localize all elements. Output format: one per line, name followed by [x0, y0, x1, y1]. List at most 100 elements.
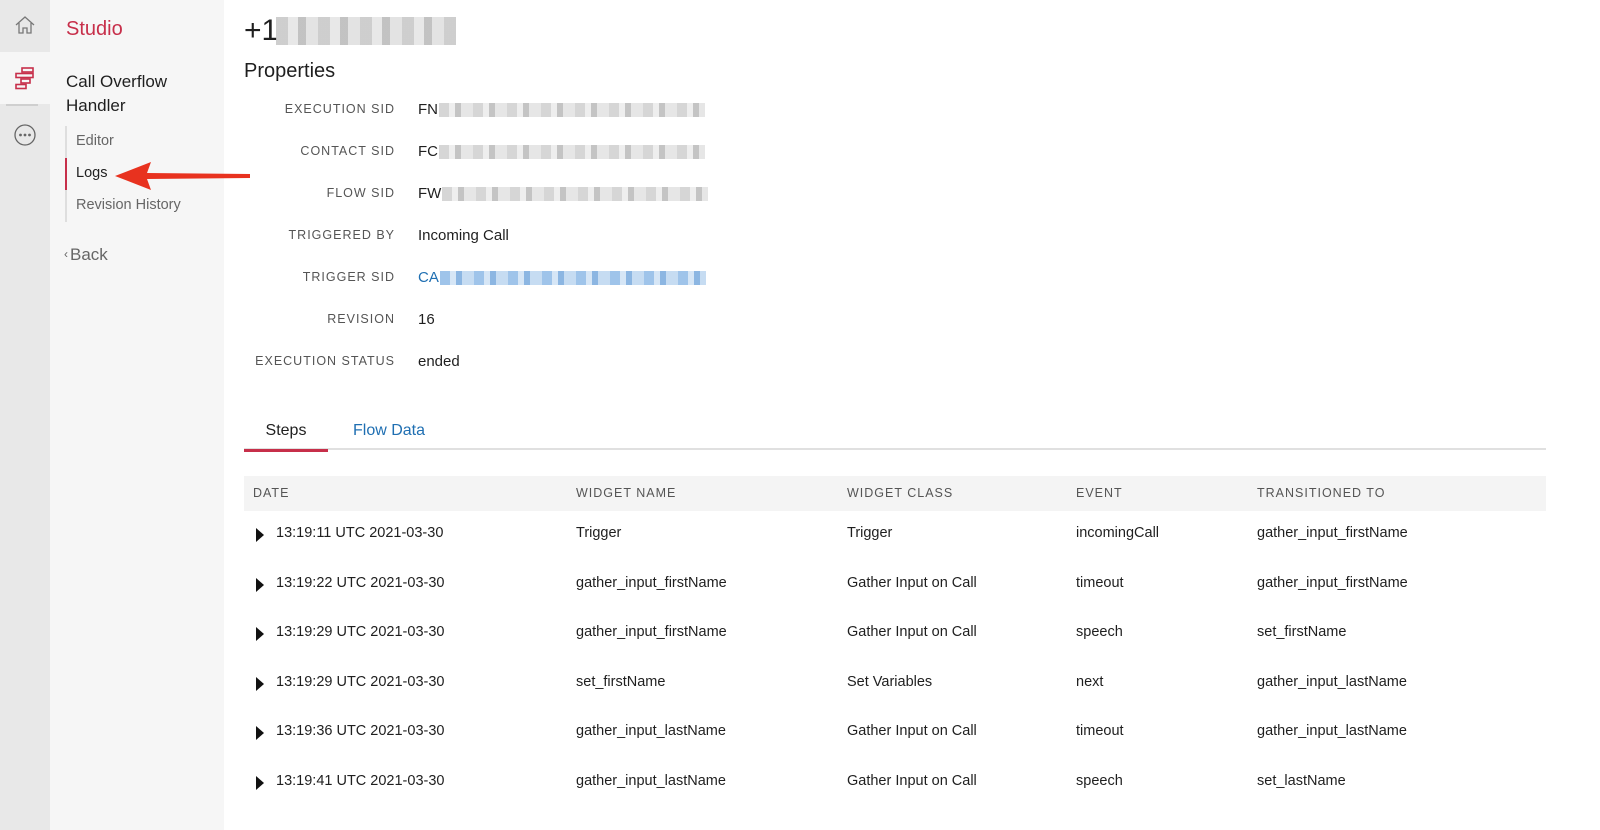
cell-date: 13:19:11 UTC 2021-03-30 [276, 525, 444, 541]
cell-date: 13:19:22 UTC 2021-03-30 [276, 574, 445, 591]
cell-widget-name: set_firstName [576, 673, 666, 690]
expand-caret-icon[interactable] [256, 627, 264, 641]
back-label: Back [70, 245, 108, 264]
property-label: REVISION [327, 312, 395, 326]
column-header-widget-class: WIDGET CLASS [847, 486, 954, 500]
more-icon [14, 124, 36, 146]
property-label: TRIGGERED BY [288, 228, 395, 242]
property-revision: REVISION 16 [244, 309, 944, 333]
cell-widget-class: Gather Input on Call [847, 574, 977, 591]
sid-prefix: FN [418, 101, 438, 118]
cell-widget-class: Gather Input on Call [847, 723, 977, 739]
back-link[interactable]: ‹ Back [64, 245, 108, 265]
cell-event: timeout [1076, 723, 1124, 739]
table-row[interactable]: 13:19:11 UTC 2021-03-30 Trigger Trigger inc… [244, 511, 1546, 561]
steps-table: DATE WIDGET NAME WIDGET CLASS EVENT TRAN… [244, 476, 1546, 808]
cell-event: timeout [1076, 574, 1124, 591]
property-execution-sid: EXECUTION SID FN [244, 99, 944, 123]
home-icon [15, 16, 35, 34]
tab-bar: Steps Flow Data [244, 414, 1546, 452]
chevron-left-icon: ‹ [64, 247, 68, 261]
studio-title: Studio [66, 18, 123, 40]
expand-caret-icon[interactable] [256, 775, 264, 790]
property-triggered-by: TRIGGERED BY Incoming Call [244, 225, 944, 249]
column-header-widget-name: WIDGET NAME [576, 486, 677, 500]
table-row[interactable]: 13:19:29 UTC 2021-03-30 gather_input_firs… [244, 610, 1546, 660]
cell-event: speech [1076, 772, 1123, 789]
property-contact-sid: CONTACT SID FC [244, 141, 944, 165]
property-trigger-sid: TRIGGER SID CA [244, 267, 944, 291]
cell-event: speech [1076, 624, 1123, 640]
property-value: FW [418, 185, 709, 202]
property-execution-status: EXECUTION STATUS ended [244, 351, 944, 375]
table-row[interactable]: 13:19:29 UTC 2021-03-30 set_firstName Set … [244, 660, 1546, 710]
cell-transitioned-to: gather_input_firstName [1257, 525, 1408, 541]
cell-widget-class: Gather Input on Call [847, 624, 977, 640]
redacted-sid [439, 270, 706, 285]
iconbar-divider [6, 104, 38, 106]
column-header-date: DATE [253, 486, 290, 500]
redacted-phone [276, 17, 457, 45]
cell-widget-name: gather_input_firstName [576, 574, 727, 591]
cell-transitioned-to: gather_input_lastName [1257, 723, 1407, 739]
cell-event: incomingCall [1076, 525, 1160, 541]
tab-steps[interactable]: Steps [244, 414, 328, 452]
sid-prefix: FC [418, 143, 438, 160]
cell-date: 13:19:41 UTC 2021-03-30 [276, 772, 445, 789]
cell-transitioned-to: set_lastName [1257, 772, 1346, 789]
property-value: FC [418, 143, 705, 160]
property-label: EXECUTION STATUS [255, 354, 395, 368]
nav-studio[interactable] [0, 52, 50, 104]
cell-date: 13:19:36 UTC 2021-03-30 [276, 723, 445, 739]
cell-widget-class: Trigger [847, 525, 893, 541]
nav-more[interactable] [0, 110, 50, 160]
property-flow-sid: FLOW SID FW [244, 183, 944, 207]
table-body: 13:19:11 UTC 2021-03-30 Trigger Trigger inc… [244, 511, 1546, 808]
redacted-sid [439, 102, 705, 117]
property-value: Incoming Call [418, 227, 509, 244]
cell-widget-name: gather_input_lastName [576, 723, 726, 739]
property-label: TRIGGER SID [302, 270, 395, 284]
expand-caret-icon[interactable] [256, 577, 264, 592]
properties-title: Properties [244, 60, 336, 82]
table-row[interactable]: 13:19:36 UTC 2021-03-30 gather_input_last… [244, 709, 1546, 759]
expand-caret-icon[interactable] [256, 726, 264, 740]
cell-date: 13:19:29 UTC 2021-03-30 [276, 673, 445, 690]
flow-name: Call Overflow Handler [66, 72, 168, 115]
table-header: DATE WIDGET NAME WIDGET CLASS EVENT TRAN… [244, 476, 1546, 511]
tab-flow-data[interactable]: Flow Data [344, 414, 434, 450]
icon-sidebar [0, 0, 50, 830]
sid-prefix: FW [418, 185, 442, 202]
execution-phone-number: +1 [244, 14, 457, 48]
cell-event: next [1076, 673, 1104, 690]
redacted-sid [439, 144, 705, 159]
cell-widget-name: gather_input_lastName [576, 772, 726, 789]
property-label: FLOW SID [326, 186, 395, 200]
expand-caret-icon[interactable] [256, 528, 264, 542]
studio-flow-icon [15, 67, 34, 90]
property-value: 16 [418, 311, 435, 328]
studio-sidenav: Studio Call Overflow Handler Editor Logs… [50, 0, 224, 830]
column-header-transitioned-to: TRANSITIONED TO [1257, 486, 1386, 500]
table-row[interactable]: 13:19:41 UTC 2021-03-30 gather_input_last… [244, 759, 1546, 809]
cell-widget-name: Trigger [576, 525, 622, 541]
cell-widget-class: Set Variables [847, 673, 933, 690]
phone-prefix: +1 [244, 14, 279, 47]
expand-caret-icon[interactable] [256, 676, 264, 691]
trigger-sid-link[interactable]: CA [418, 269, 706, 286]
property-value: ended [418, 353, 460, 370]
property-value: FN [418, 101, 705, 118]
cell-transitioned-to: gather_input_firstName [1257, 574, 1408, 591]
redacted-sid [442, 186, 709, 201]
cell-date: 13:19:29 UTC 2021-03-30 [276, 624, 445, 640]
cell-transitioned-to: set_firstName [1257, 624, 1347, 640]
sid-prefix: CA [418, 269, 439, 286]
property-label: EXECUTION SID [284, 102, 395, 116]
cell-transitioned-to: gather_input_lastName [1257, 673, 1407, 690]
column-header-event: EVENT [1076, 486, 1123, 500]
nav-home[interactable] [0, 0, 50, 50]
cell-widget-class: Gather Input on Call [847, 772, 977, 789]
cell-widget-name: gather_input_firstName [576, 624, 727, 640]
property-label: CONTACT SID [300, 144, 395, 158]
table-row[interactable]: 13:19:22 UTC 2021-03-30 gather_input_firs… [244, 561, 1546, 611]
